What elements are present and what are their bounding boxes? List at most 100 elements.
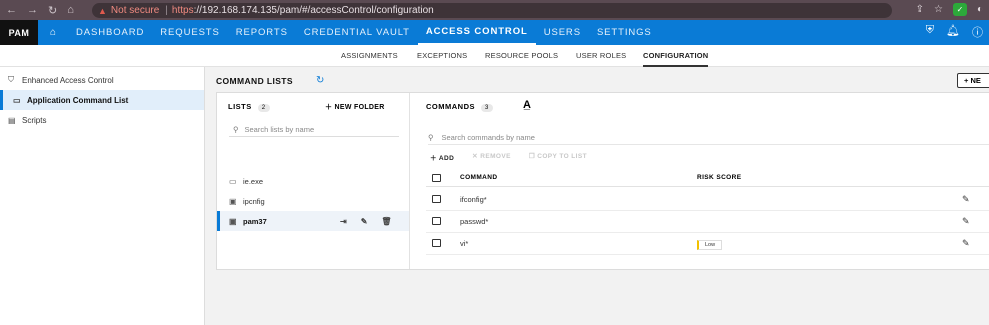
address-bar[interactable]: ▲ Not secure | https ://192.168.174.135/… <box>92 3 892 18</box>
risk-score-badge: Low <box>697 240 723 250</box>
lists-header-label: LISTS <box>228 102 252 111</box>
extension-icon[interactable]: ✓ <box>952 3 967 16</box>
row-checkbox[interactable] <box>432 195 441 203</box>
sidebar: ⛉ Enhanced Access Control ▭ Application … <box>0 67 205 325</box>
plus-icon: ＋ <box>325 104 335 111</box>
search-lists-input[interactable]: ⚲ Search lists by name <box>229 122 399 137</box>
url-scheme: https <box>171 5 194 16</box>
sidebar-item-label: Enhanced Access Control <box>22 75 114 85</box>
home-nav-icon[interactable]: ⌂ <box>38 27 68 38</box>
url-text: ://192.168.174.135/pam/#/accessControl/c… <box>193 5 434 16</box>
edit-pencil-icon[interactable]: ✎ <box>962 194 970 205</box>
nav-reports[interactable]: REPORTS <box>228 20 296 45</box>
commands-header: COMMANDS 3 <box>426 102 493 112</box>
profile-icon[interactable]: ◐ <box>977 4 983 15</box>
refresh-icon[interactable]: ↻ <box>316 75 324 86</box>
nav-access-control[interactable]: ACCESS CONTROL <box>417 20 536 45</box>
copy-to-list-button[interactable]: ❐ COPY TO LIST <box>529 152 587 162</box>
move-icon[interactable]: ⇥ <box>340 217 347 226</box>
tab-configuration[interactable]: CONFIGURATION <box>643 51 709 67</box>
commands-count-badge: 3 <box>481 104 493 112</box>
command-cell: vi* <box>460 239 469 248</box>
tab-user-roles[interactable]: USER ROLES <box>576 51 626 60</box>
search-commands-input[interactable]: ⚲ Search commands by name <box>428 130 989 145</box>
browser-toolbar: ← → ↻ ⌂ ▲ Not secure | https ://192.168.… <box>0 0 989 20</box>
edit-pencil-icon[interactable]: ✎ <box>962 238 970 249</box>
folder-icon: ▭ <box>229 176 237 186</box>
browser-actions: ⇪ ☆ ✓ ◐ <box>916 3 983 16</box>
row-checkbox[interactable] <box>432 217 441 225</box>
command-cell: passwd* <box>460 217 489 226</box>
column-command: COMMAND <box>460 174 498 181</box>
remove-command-button[interactable]: ✕ REMOVE <box>472 152 511 162</box>
not-secure-label: Not secure <box>110 5 160 16</box>
commands-toolbar: ＋ ADD ✕ REMOVE ❐ COPY TO LIST <box>430 152 587 162</box>
nav-dashboard[interactable]: DASHBOARD <box>68 20 152 45</box>
list-item[interactable]: ▭ ie.exe <box>217 171 409 191</box>
browser-nav-buttons: ← → ↻ ⌂ <box>0 4 74 17</box>
row-checkbox[interactable] <box>432 239 441 247</box>
list-item[interactable]: ▣ ipcnfig <box>217 191 409 211</box>
reload-icon[interactable]: ↻ <box>48 4 57 17</box>
back-icon[interactable]: ← <box>6 4 17 17</box>
search-commands-placeholder: Search commands by name <box>441 132 535 142</box>
sidebar-item-application-command-list[interactable]: ▭ Application Command List <box>0 90 204 110</box>
select-all-checkbox[interactable] <box>432 174 441 182</box>
search-icon: ⚲ <box>233 124 239 134</box>
terminal-icon: ▣ <box>229 196 237 206</box>
nav-credential-vault[interactable]: CREDENTIAL VAULT <box>296 20 418 45</box>
sub-navigation: ASSIGNMENTS EXCEPTIONS RESOURCE POOLS US… <box>0 45 989 67</box>
shield-icon: ⛉ <box>8 75 14 84</box>
table-row: passwd* ✎ <box>426 211 989 233</box>
commands-pane: COMMANDS 3 A̲ ⚲ Search commands by name ＋… <box>410 93 989 269</box>
delete-trash-icon[interactable]: 🗑︎ <box>381 217 391 226</box>
terminal-icon: ▣ <box>229 216 237 226</box>
tab-exceptions[interactable]: EXCEPTIONS <box>417 51 467 60</box>
help-icon[interactable]: ⓘ <box>972 24 983 40</box>
topnav-actions: ⛨ 🔔︎ ⓘ <box>926 24 983 40</box>
add-command-button[interactable]: ＋ ADD <box>430 152 454 162</box>
page-title: COMMAND LISTS <box>216 76 293 86</box>
search-lists-placeholder: Search lists by name <box>244 124 315 134</box>
tab-assignments[interactable]: ASSIGNMENTS <box>341 51 398 60</box>
agent-icon[interactable]: ⛨ <box>926 24 934 40</box>
search-icon: ⚲ <box>428 132 434 142</box>
script-icon: ▤ <box>8 115 16 125</box>
list-item-name: ie.exe <box>243 176 264 186</box>
lists-count-badge: 2 <box>257 104 270 112</box>
new-button[interactable]: + NE <box>957 73 989 88</box>
remove-label: REMOVE <box>480 153 511 160</box>
nav-requests[interactable]: REQUESTS <box>152 20 227 45</box>
edit-pencil-icon[interactable]: ✎ <box>962 216 970 227</box>
sidebar-item-enhanced-access-control[interactable]: ⛉ Enhanced Access Control <box>0 70 204 90</box>
bookmark-star-icon[interactable]: ☆ <box>934 4 943 15</box>
lists-pane: LISTS 2 ＋ NEW FOLDER ⚲ Search lists by na… <box>217 93 410 269</box>
list-item-selected[interactable]: ▣ pam37 ⇥ ✎ 🗑︎ <box>217 211 409 231</box>
share-icon[interactable]: ⇪ <box>916 4 924 15</box>
table-header: COMMAND RISK SCORE <box>426 169 989 187</box>
warning-triangle-icon: ▲ <box>98 5 107 16</box>
home-icon[interactable]: ⌂ <box>67 4 74 17</box>
lists-header: LISTS 2 <box>228 102 270 112</box>
commands-header-label: COMMANDS <box>426 102 475 111</box>
new-folder-label: NEW FOLDER <box>334 104 385 111</box>
list-item-name: pam37 <box>243 216 267 226</box>
top-navigation: PAM ⌂ DASHBOARD REQUESTS REPORTS CREDENT… <box>0 20 989 45</box>
sidebar-item-label: Scripts <box>22 115 47 125</box>
column-risk-score: RISK SCORE <box>697 174 742 181</box>
add-label: ADD <box>438 155 455 162</box>
sidebar-item-label: Application Command List <box>27 95 129 105</box>
forward-icon[interactable]: → <box>27 4 38 17</box>
list-item-name: ipcnfig <box>243 196 265 206</box>
new-folder-button[interactable]: ＋ NEW FOLDER <box>325 102 385 112</box>
command-cell: ifconfig* <box>460 195 487 204</box>
terminal-icon: ▭ <box>13 95 21 105</box>
sidebar-item-scripts[interactable]: ▤ Scripts <box>0 110 204 130</box>
command-lists-card: LISTS 2 ＋ NEW FOLDER ⚲ Search lists by na… <box>216 92 989 270</box>
notification-bell-icon[interactable]: 🔔︎ <box>946 24 960 40</box>
tab-resource-pools[interactable]: RESOURCE POOLS <box>485 51 558 60</box>
sort-alpha-icon[interactable]: A̲ <box>523 99 531 111</box>
nav-settings[interactable]: SETTINGS <box>589 20 660 45</box>
nav-users[interactable]: USERS <box>536 20 589 45</box>
edit-pencil-icon[interactable]: ✎ <box>361 217 368 226</box>
